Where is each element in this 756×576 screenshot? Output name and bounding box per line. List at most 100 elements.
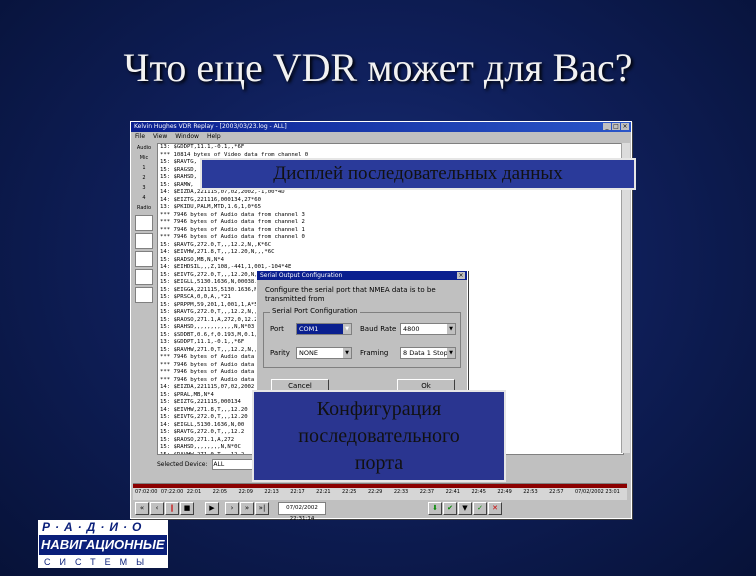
parity-select[interactable]: NONE ▼ [296,347,352,359]
maximize-icon[interactable]: □ [612,123,620,130]
framing-label: Framing [360,349,389,357]
device-1[interactable]: 1 [133,163,155,173]
menubar: File View Window Help [131,132,631,141]
serial-port-group: Serial Port Configuration Port COM1 ▼ Ba… [263,307,461,368]
timeline-tick-label: 07:22:00 [160,489,184,495]
rewind-button[interactable]: « [135,502,149,515]
device-mic[interactable]: Mic [133,153,155,163]
baud-value: 4800 [403,325,420,333]
close-icon[interactable]: × [621,123,629,130]
menu-window[interactable]: Window [175,132,199,141]
log-line: 14: $EIVHW,271.8,T,,,12.20,N,,,*6C [160,249,275,255]
dropdown-icon[interactable]: ▼ [458,502,472,515]
timeline-tick-label: 22:25 [342,489,357,495]
device-radio[interactable]: Radio [133,203,155,213]
slide-title: Что еще VDR может для Вас? [123,45,633,90]
chevron-down-icon[interactable]: ▼ [343,348,351,358]
download-icon[interactable]: ⬇ [428,502,442,515]
check-icon[interactable]: ✓ [473,502,487,515]
logo-bottom-text: СИСТЕМЫ [38,556,168,568]
timeline-tick-label: 22:05 [212,489,228,495]
timeline-tick-label: 22:49 [497,489,512,495]
parity-label: Parity [270,349,290,357]
selected-device-row: Selected Device: ALL [157,459,261,471]
log-line: 14: $EIZTG,221116,000134,27*60 [160,196,262,203]
sequential-display-callout: Дисплей последовательных данных [200,158,636,190]
log-line: 15: $RAVTG,272.0,T,,,12.2,N,,K*6C [160,241,272,248]
device-panel: Audio Mic 1 2 3 4 Radio [133,143,155,453]
port-label: Port [270,325,284,333]
minimize-icon[interactable]: _ [603,123,611,130]
baud-label: Baud Rate [360,325,397,333]
timeline-tick-label: 07:02:00 [135,489,158,495]
stop-button[interactable]: ■ [180,502,194,515]
compass-icon[interactable] [135,251,153,267]
timeline-tick-label: 22:57 [549,489,564,495]
framing-select[interactable]: 8 Data 1 Stop ▼ [400,347,456,359]
menu-view[interactable]: View [153,132,167,141]
device-3[interactable]: 3 [133,183,155,193]
callout-line-3: порта [354,452,404,474]
timeline-bar[interactable] [133,484,627,488]
cancel-icon[interactable]: ✕ [488,502,502,515]
baud-select[interactable]: 4800 ▼ [400,323,456,335]
menu-file[interactable]: File [135,132,145,141]
radar-icon[interactable] [135,215,153,231]
end-button[interactable]: »| [255,502,269,515]
timeline-tick-label: 22:33 [393,489,409,495]
selected-device-label: Selected Device: [157,461,208,468]
timeline-tick-label: 22:17 [290,489,305,495]
fast-forward-button[interactable]: » [240,502,254,515]
device-audio[interactable]: Audio [133,143,155,153]
chart-icon[interactable] [135,233,153,249]
dialog-description: Configure the serial port that NMEA data… [265,286,436,303]
log-line: *** 7946 bytes of Audio data from channe… [160,226,305,233]
timeline-tick-label: 22:53 [523,489,538,495]
parity-value: NONE [299,349,318,357]
playback-timeline[interactable]: 07:02:00 07:22:00 22:01 22:05 22:09 22:13 22:1… [133,483,627,500]
log-line: *** 7946 bytes of Audio data from channe… [160,234,305,240]
timeline-tick-label: 22:45 [471,489,486,495]
device-2[interactable]: 2 [133,173,155,183]
log-line: *** 7946 bytes of Audio data from channe… [160,219,305,225]
framing-value: 8 Data 1 Stop [403,349,448,357]
serial-config-callout: Конфигурация последовательного порта [252,390,506,482]
timeline-tick-label: 22:01 [186,489,202,495]
dialog-title: Serial Output Configuration [260,272,343,279]
timeline-tick-label: 22:37 [419,489,435,495]
current-time-display: 07/02/2002 22:31:14 [278,502,326,522]
callout-line-1: Конфигурация [316,398,442,420]
play-button[interactable]: ▶ [205,502,219,515]
serial-output-dialog: Serial Output Configuration × Configure … [256,270,468,396]
timeline-tick-label: 22:21 [316,489,331,495]
chevron-down-icon[interactable]: ▼ [447,348,455,358]
log-line: 15: $RADSO,MB,N,N*4 [160,256,224,263]
device-4[interactable]: 4 [133,193,155,203]
gauge-icon[interactable] [135,269,153,285]
window-titlebar: Kelvin Hughes VDR Replay - [2003/03/23.l… [131,122,631,132]
logo-top-text: Р·А·Д·И·О [38,520,168,534]
window-title: Kelvin Hughes VDR Replay - [2003/03/23.l… [134,123,287,130]
group-label: Serial Port Configuration [270,307,360,315]
back-button[interactable]: ‹ [150,502,164,515]
chevron-down-icon[interactable]: ▼ [447,324,455,334]
port-value: COM1 [299,325,319,333]
timeline-tick-label: 22:13 [264,489,279,495]
forward-button[interactable]: › [225,502,239,515]
port-select[interactable]: COM1 ▼ [296,323,352,335]
timeline-tick-label: 22:41 [445,489,460,495]
log-line: 13: $GDDPT,11.1,-0.1,,*6F [160,144,245,150]
chevron-down-icon[interactable]: ▼ [343,324,351,334]
pause-button[interactable]: ‖ [165,502,179,515]
menu-help[interactable]: Help [207,132,221,141]
timeline-tick-label: 07/02/2002 23:01 [575,489,620,495]
accept-icon[interactable]: ✔ [443,502,457,515]
logo-middle-text: НАВИГАЦИОННЫЕ [38,534,168,556]
dialog-close-icon[interactable]: × [457,272,465,279]
sensor-icon[interactable] [135,287,153,303]
callout-line-2: последовательного [298,425,460,447]
timeline-tick-label: 22:09 [238,489,253,495]
log-line: 13: $PKIDU,PALM,MTD,1.6,1,0*65 [160,204,262,210]
company-logo: Р·А·Д·И·О НАВИГАЦИОННЫЕ СИСТЕМЫ [38,520,168,570]
log-line: 14: $EIZDA,221115,07,02,2002,-1,00*4D [160,189,285,195]
